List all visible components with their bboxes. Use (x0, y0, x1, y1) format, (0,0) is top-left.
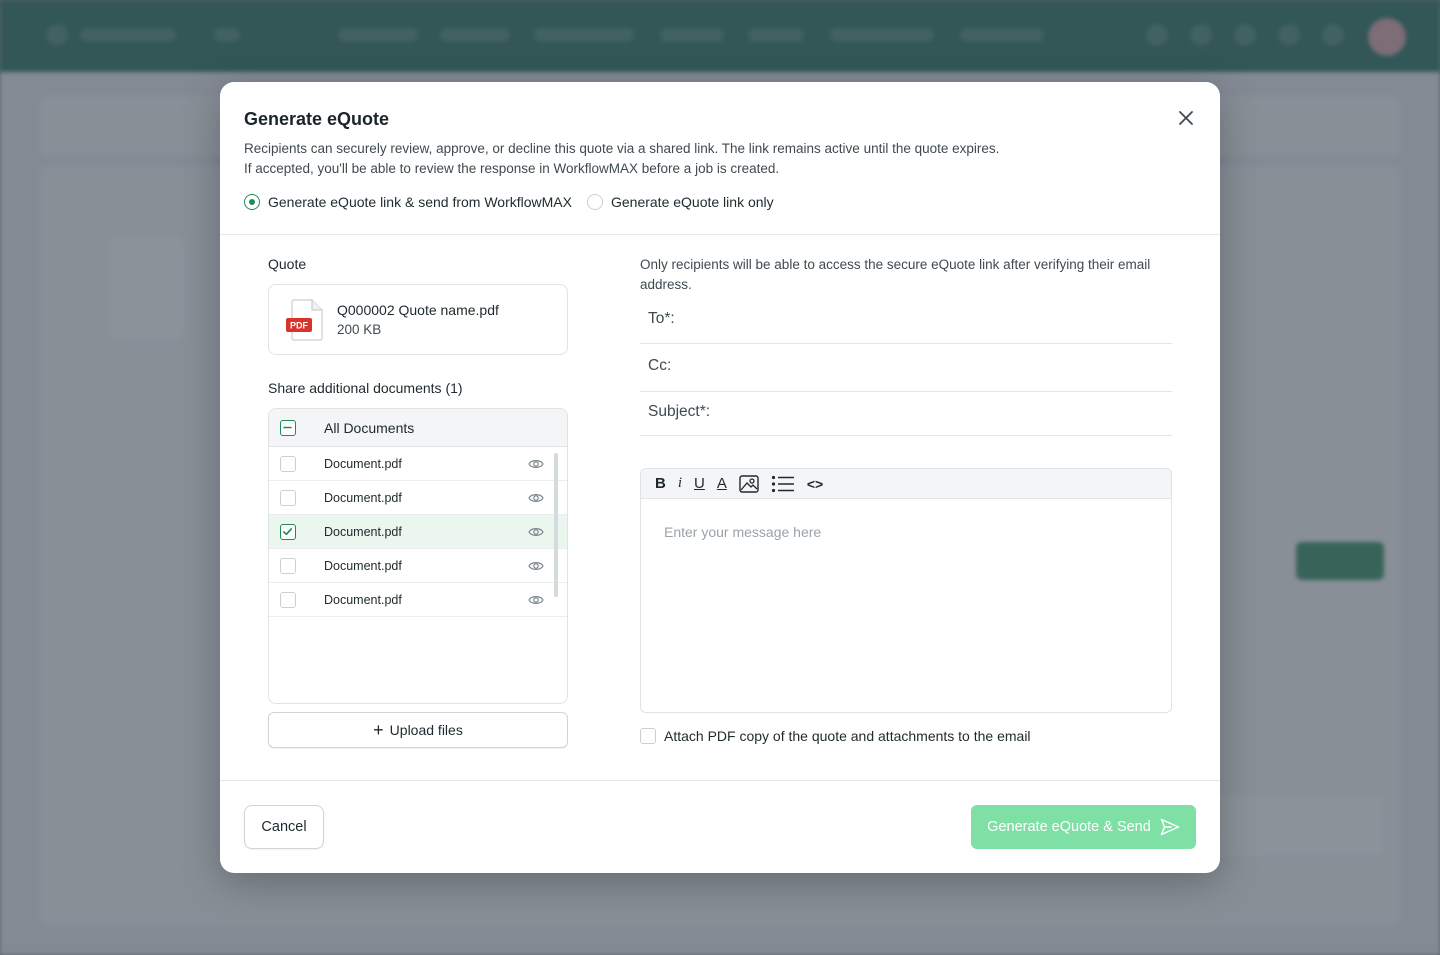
document-row[interactable]: Document.pdf (269, 583, 567, 617)
send-mode-options: Generate eQuote link & send from Workflo… (244, 194, 789, 210)
description-line: If accepted, you'll be able to review th… (244, 161, 780, 176)
document-checkbox[interactable] (280, 489, 296, 506)
generate-equote-modal: Generate eQuote Recipients can securely … (220, 82, 1220, 873)
all-documents-label: All Documents (324, 419, 415, 436)
radio-selected-icon[interactable] (244, 194, 260, 210)
header-divider (220, 234, 1220, 235)
insert-image-button[interactable] (739, 473, 759, 495)
document-name: Document.pdf (324, 558, 402, 573)
message-editor[interactable]: B i U A <> Enter your message here (640, 468, 1172, 713)
editor-toolbar: B i U A <> (641, 469, 1171, 499)
document-name: Document.pdf (324, 490, 402, 505)
document-name: Document.pdf (324, 524, 402, 539)
document-row[interactable]: Document.pdf (269, 549, 567, 583)
send-button-label: Generate eQuote & Send (987, 819, 1151, 835)
option-label: Generate eQuote link only (610, 194, 774, 210)
quote-file-name: Q000002 Quote name.pdf (337, 302, 499, 318)
eye-icon[interactable] (528, 525, 544, 539)
to-field[interactable]: To*: (640, 304, 1172, 344)
indeterminate-checkbox-icon[interactable] (280, 419, 296, 436)
description-line: Recipients can securely review, approve,… (244, 141, 1000, 156)
radio-unselected-icon[interactable] (586, 194, 603, 210)
checked-checkbox-icon[interactable] (280, 523, 296, 540)
upload-files-label: Upload files (389, 722, 463, 738)
cc-label: Cc: (648, 357, 672, 374)
all-documents-row[interactable]: All Documents (269, 409, 567, 447)
close-button[interactable] (1172, 104, 1200, 132)
eye-icon[interactable] (528, 457, 544, 471)
document-checkbox[interactable] (280, 557, 296, 574)
documents-list: All Documents Document.pdf Document.pdf … (268, 408, 568, 704)
code-button[interactable]: <> (807, 473, 823, 495)
modal-description: Recipients can securely review, approve,… (244, 139, 1104, 179)
quote-file-size: 200 KB (337, 322, 382, 337)
generate-equote-send-button[interactable]: Generate eQuote & Send (971, 805, 1196, 849)
document-name: Document.pdf (324, 456, 402, 471)
svg-text:PDF: PDF (290, 321, 309, 331)
bold-button[interactable]: B (655, 473, 666, 495)
option-link-only[interactable]: Generate eQuote link only (586, 194, 774, 210)
quote-label: Quote (268, 256, 307, 272)
document-checkbox[interactable] (280, 591, 296, 608)
quote-file-card[interactable]: PDF Q000002 Quote name.pdf 200 KB (268, 284, 568, 355)
attach-pdf-checkbox[interactable] (640, 728, 656, 744)
share-documents-label: Share additional documents (1) (268, 380, 463, 396)
text-color-button[interactable]: A (717, 473, 727, 495)
plus-icon: + (373, 720, 384, 740)
recipients-info: Only recipients will be able to access t… (640, 257, 1151, 292)
italic-button[interactable]: i (678, 473, 682, 495)
close-icon (1179, 111, 1193, 125)
document-row[interactable]: Document.pdf (269, 515, 567, 549)
cc-field[interactable]: Cc: (640, 344, 1172, 392)
documents-scrollbar[interactable] (554, 453, 558, 597)
list-icon (771, 475, 794, 492)
document-checkbox[interactable] (280, 455, 296, 472)
cancel-button[interactable]: Cancel (244, 805, 324, 849)
option-label: Generate eQuote link & send from Workflo… (268, 194, 572, 210)
subject-label: Subject*: (648, 403, 711, 420)
bullet-list-button[interactable] (771, 473, 795, 495)
option-link-and-send[interactable]: Generate eQuote link & send from Workflo… (244, 194, 572, 210)
document-name: Document.pdf (324, 592, 402, 607)
upload-files-button[interactable]: + Upload files (268, 712, 568, 748)
eye-icon[interactable] (528, 491, 544, 505)
footer-divider (220, 780, 1220, 781)
document-row[interactable]: Document.pdf (269, 447, 567, 481)
document-row[interactable]: Document.pdf (269, 481, 567, 515)
underline-button[interactable]: U (694, 473, 705, 495)
attach-pdf-label: Attach PDF copy of the quote and attachm… (664, 728, 1031, 744)
modal-title: Generate eQuote (244, 109, 390, 129)
message-placeholder: Enter your message here (664, 524, 822, 540)
pdf-file-icon: PDF (286, 299, 323, 341)
to-label: To*: (648, 310, 675, 327)
attach-pdf-option[interactable]: Attach PDF copy of the quote and attachm… (640, 728, 1031, 744)
image-icon (739, 474, 759, 493)
send-icon (1160, 818, 1180, 836)
eye-icon[interactable] (528, 593, 544, 607)
eye-icon[interactable] (528, 559, 544, 573)
subject-field[interactable]: Subject*: (640, 392, 1172, 436)
